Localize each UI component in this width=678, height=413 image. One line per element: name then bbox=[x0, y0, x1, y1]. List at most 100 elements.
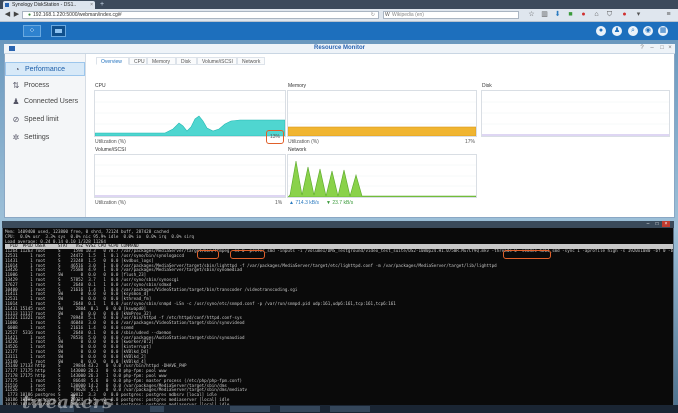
sidebar-item-connected-users[interactable]: ♟ Connected Users bbox=[5, 95, 85, 109]
sidebar-item-label: Process bbox=[24, 82, 50, 89]
tab-label: Disk bbox=[181, 59, 191, 65]
tab-overview[interactable]: Overview bbox=[96, 57, 129, 65]
network-download: ▼ 23.7 kB/s bbox=[326, 200, 354, 206]
cpu-foot-label: Utilization (%) bbox=[95, 139, 126, 145]
url-text: 192.168.1.220:5000/webman/index.cgi# bbox=[33, 12, 122, 18]
browser-tab[interactable]: Synology DiskStation - DS1.. × bbox=[3, 1, 95, 9]
speedometer-icon: ◔ bbox=[14, 65, 20, 74]
search-bar[interactable]: W Wikipedia (en) bbox=[383, 11, 519, 19]
close-tab-icon[interactable]: × bbox=[90, 1, 93, 9]
dropdown-icon[interactable]: ▾ bbox=[634, 11, 643, 19]
vcodec-highlight bbox=[503, 250, 551, 259]
resource-monitor-icon bbox=[55, 29, 62, 33]
memory-chart bbox=[287, 90, 477, 137]
taskbar-app[interactable] bbox=[230, 406, 270, 412]
tab-network[interactable]: Network bbox=[237, 57, 265, 65]
sidebar-item-speed-limit[interactable]: ⊘ Speed limit bbox=[5, 113, 85, 127]
tab-label: Overview bbox=[101, 59, 122, 65]
new-tab-button[interactable]: + bbox=[97, 1, 107, 9]
network-chart bbox=[287, 154, 477, 198]
extension-icon[interactable]: ● bbox=[620, 11, 629, 19]
memory-area bbox=[287, 126, 477, 137]
shield-icon[interactable]: ⛉ bbox=[605, 11, 614, 19]
users-icon: ♟ bbox=[12, 97, 20, 106]
tab-label: CPU bbox=[134, 59, 145, 65]
tab-disk[interactable]: Disk bbox=[176, 57, 197, 65]
menu-icon[interactable]: ≡ bbox=[664, 11, 673, 19]
dsm-taskbar bbox=[0, 22, 678, 40]
tab-volume-iscsi[interactable]: Volume/iSCSI bbox=[197, 57, 237, 65]
cpu-chart-svg bbox=[94, 101, 286, 137]
search-placeholder: Wikipedia (en) bbox=[392, 12, 424, 18]
watermark: tweakers bbox=[22, 392, 113, 413]
volume-value: 1% bbox=[275, 200, 283, 206]
url-bar[interactable]: ● 192.168.1.220:5000/webman/index.cgi# ↻ bbox=[22, 11, 379, 19]
download-icon[interactable]: ⬇ bbox=[553, 11, 562, 19]
taskbar-app[interactable] bbox=[150, 406, 164, 412]
pocket-icon[interactable]: ● bbox=[579, 11, 588, 19]
memory-foot-label: Utilization (%) bbox=[288, 139, 319, 145]
terminal-minimize-icon[interactable]: – bbox=[644, 221, 652, 227]
help-icon[interactable]: ? bbox=[638, 45, 646, 52]
main-menu-button[interactable]: ⁘ bbox=[23, 25, 41, 37]
sidebar-item-process[interactable]: ⇅ Process bbox=[5, 79, 85, 93]
sidebar-item-performance[interactable]: ◔ Performance bbox=[5, 62, 85, 76]
tab-label: Volume/iSCSI bbox=[202, 59, 233, 65]
lock-icon: ● bbox=[28, 12, 32, 18]
terminal-title-bar bbox=[2, 221, 674, 228]
process-icon: ⇅ bbox=[12, 81, 20, 90]
cpu-value: 13% bbox=[269, 134, 280, 140]
network-chart-svg bbox=[287, 160, 477, 198]
sidebar-item-label: Settings bbox=[24, 134, 50, 141]
addon-icon[interactable]: ■ bbox=[566, 11, 575, 19]
sidebar-item-settings[interactable]: ✲ Settings bbox=[5, 131, 85, 145]
taskbar-app[interactable] bbox=[330, 406, 370, 412]
network-upload-value: 714.3 kB/s bbox=[295, 200, 319, 206]
browser-tab-title: Synology DiskStation - DS1.. bbox=[12, 2, 77, 8]
network-panel-title: Network bbox=[288, 147, 307, 153]
library-icon[interactable]: ▥ bbox=[540, 11, 549, 19]
widgets-icon[interactable]: ◉ bbox=[643, 26, 653, 36]
tab-label: Memory bbox=[152, 59, 171, 65]
speed-limit-icon: ⊘ bbox=[12, 115, 20, 124]
volume-chart-svg bbox=[95, 164, 285, 197]
prefer-smd-highlight bbox=[230, 250, 265, 259]
cpu-value-highlight: 13% bbox=[266, 130, 284, 144]
cpu-chart bbox=[94, 90, 286, 137]
reload-icon[interactable]: ↻ bbox=[371, 12, 375, 18]
disk-chart bbox=[481, 90, 670, 137]
search-icon[interactable]: ⌕ bbox=[628, 26, 638, 36]
network-area bbox=[287, 160, 477, 198]
sidebar-item-label: Performance bbox=[25, 66, 66, 73]
resource-monitor-taskbar-button[interactable] bbox=[51, 25, 66, 37]
forward-icon[interactable]: ▶ bbox=[12, 11, 21, 19]
bookmark-star-icon[interactable]: ☆ bbox=[527, 11, 536, 19]
sidebar-item-label: Connected Users bbox=[24, 98, 79, 105]
tab-memory[interactable]: Memory bbox=[147, 57, 176, 65]
maximize-icon[interactable]: □ bbox=[658, 45, 666, 52]
volume-chart bbox=[94, 154, 286, 198]
network-download-value: 23.7 kB/s bbox=[332, 200, 354, 206]
back-icon[interactable]: ◀ bbox=[3, 11, 12, 19]
grid-icon[interactable]: ▦ bbox=[658, 26, 668, 36]
terminal-window[interactable]: Mem: 1409400 used, 123800 free, 0 shrd, … bbox=[2, 221, 674, 413]
close-icon[interactable]: × bbox=[666, 45, 674, 52]
network-upload: ▲ 714.3 kB/s bbox=[289, 200, 319, 206]
terminal-maximize-icon[interactable]: □ bbox=[653, 221, 661, 227]
cpu-area bbox=[94, 115, 286, 137]
terminal-close-icon[interactable]: × bbox=[662, 221, 670, 227]
user-icon[interactable]: ♟ bbox=[612, 26, 622, 36]
volume-foot-label: Utilization (%) bbox=[95, 200, 126, 206]
favicon-icon bbox=[5, 3, 9, 7]
disk-chart-svg bbox=[482, 101, 669, 136]
window-title-bar: Resource Monitor bbox=[4, 44, 675, 54]
minimize-icon[interactable]: – bbox=[648, 45, 656, 52]
terminal-output: Mem: 1409400 used, 123800 free, 0 shrd, … bbox=[5, 229, 673, 412]
memory-value: 17% bbox=[465, 139, 476, 145]
tab-label: Network bbox=[242, 59, 261, 65]
disk-panel-title: Disk bbox=[482, 83, 492, 89]
chat-icon[interactable]: ● bbox=[596, 26, 606, 36]
home-icon[interactable]: ⌂ bbox=[592, 11, 601, 19]
tab-cpu[interactable]: CPU bbox=[129, 57, 147, 65]
taskbar-app[interactable] bbox=[280, 406, 320, 412]
